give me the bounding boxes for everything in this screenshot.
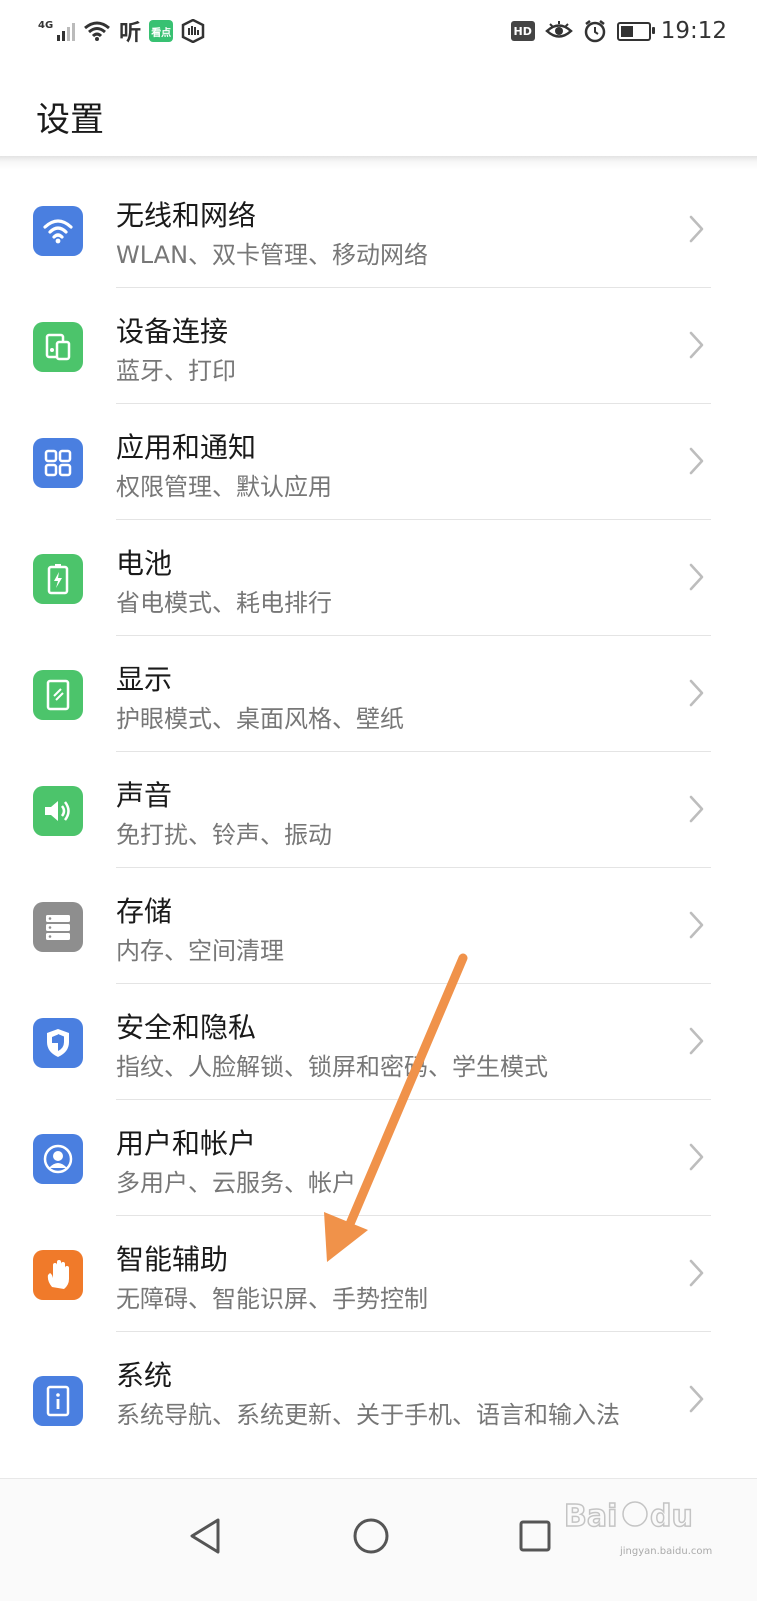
apps-grid-icon bbox=[33, 438, 83, 488]
settings-list: 无线和网络 WLAN、双卡管理、移动网络设备连接蓝牙、打印应用和通知权限管理、默认… bbox=[0, 172, 757, 1472]
settings-item-title: 显示 bbox=[116, 663, 173, 696]
chevron-right-icon bbox=[683, 1026, 709, 1056]
chevron-right-icon bbox=[683, 214, 709, 244]
settings-item-subtitle: 省电模式、耗电排行 bbox=[116, 589, 332, 617]
hand-icon bbox=[33, 1250, 83, 1300]
settings-item-title: 应用和通知 bbox=[116, 431, 257, 464]
chevron-right-icon bbox=[683, 330, 709, 360]
settings-item-subtitle: 蓝牙、打印 bbox=[116, 357, 236, 385]
home-icon bbox=[353, 1518, 389, 1554]
signal-icon bbox=[57, 21, 76, 41]
status-left: 4G 听 看点 bbox=[38, 16, 205, 46]
settings-item-title: 安全和隐私 bbox=[116, 1011, 257, 1044]
device-connect-icon bbox=[33, 322, 83, 372]
settings-item-subtitle: 指纹、人脸解锁、锁屏和密码、学生模式 bbox=[116, 1053, 548, 1081]
settings-item[interactable]: 显示护眼模式、桌面风格、壁纸 bbox=[0, 636, 757, 752]
settings-item[interactable]: 用户和帐户多用户、云服务、帐户 bbox=[0, 1100, 757, 1216]
settings-item-subtitle: 无障碍、智能识屏、手势控制 bbox=[116, 1285, 428, 1313]
back-button[interactable] bbox=[180, 1511, 230, 1561]
home-button[interactable] bbox=[346, 1511, 396, 1561]
chevron-right-icon bbox=[683, 1384, 709, 1414]
settings-item[interactable]: 存储 内存、空间清理 bbox=[0, 868, 757, 984]
recents-button[interactable] bbox=[510, 1511, 560, 1561]
page-title: 设置 bbox=[36, 100, 104, 140]
settings-item-subtitle: 内存、空间清理 bbox=[116, 937, 284, 965]
chevron-right-icon bbox=[683, 910, 709, 940]
settings-item[interactable]: 智能辅助无障碍、智能识屏、手势控制 bbox=[0, 1216, 757, 1332]
watermark-url: jingyan.baidu.com bbox=[620, 1546, 713, 1557]
settings-item-subtitle: 护眼模式、桌面风格、壁纸 bbox=[116, 705, 404, 733]
eye-icon bbox=[544, 21, 573, 38]
battery-status-icon bbox=[616, 21, 655, 41]
recents-icon bbox=[519, 1520, 551, 1552]
chevron-right-icon bbox=[683, 678, 709, 708]
chevron-right-icon bbox=[683, 1258, 709, 1288]
settings-item-title: 声音 bbox=[116, 779, 173, 812]
chevron-right-icon bbox=[683, 446, 709, 476]
storage-icon bbox=[33, 902, 83, 952]
sound-icon bbox=[33, 786, 83, 836]
settings-item-subtitle: WLAN、双卡管理、移动网络 bbox=[116, 241, 429, 269]
header-divider bbox=[0, 156, 757, 170]
chevron-right-icon bbox=[683, 562, 709, 592]
hand-status-icon bbox=[181, 19, 205, 43]
network-type: 4G bbox=[38, 19, 54, 31]
settings-item-title: 智能辅助 bbox=[116, 1243, 229, 1276]
svg-text:Bai: Bai bbox=[564, 1499, 617, 1534]
display-icon bbox=[33, 670, 83, 720]
back-icon bbox=[190, 1518, 220, 1554]
settings-item[interactable]: 应用和通知权限管理、默认应用 bbox=[0, 404, 757, 520]
kandian-icon: 看点 bbox=[149, 20, 174, 42]
settings-item-title: 电池 bbox=[116, 547, 173, 580]
alarm-icon bbox=[584, 20, 605, 43]
settings-item-subtitle: 系统导航、系统更新、关于手机、语言和输入法 bbox=[116, 1401, 620, 1429]
hd-badge: HD bbox=[510, 21, 535, 41]
listen-icon: 听 bbox=[119, 21, 142, 46]
settings-item-title: 用户和帐户 bbox=[116, 1127, 257, 1160]
settings-item[interactable]: 电池省电模式、耗电排行 bbox=[0, 520, 757, 636]
app-header: 设置 bbox=[0, 62, 757, 158]
settings-item-title: 设备连接 bbox=[116, 315, 229, 348]
settings-item[interactable]: 声音免打扰、铃声、振动 bbox=[0, 752, 757, 868]
status-right: HD 19:12 bbox=[510, 16, 727, 46]
status-bar: 4G 听 看点 HD 19:12 bbox=[0, 0, 757, 62]
settings-item-title: 存储 bbox=[116, 895, 173, 928]
battery-icon bbox=[33, 554, 83, 604]
clock: 19:12 bbox=[660, 18, 727, 44]
settings-item[interactable]: 设备连接 蓝牙、打印 bbox=[0, 288, 757, 404]
settings-item-title: 无线和网络 bbox=[116, 199, 257, 232]
svg-text:du: du bbox=[650, 1499, 693, 1534]
settings-item-subtitle: 多用户、云服务、帐户 bbox=[116, 1169, 356, 1197]
settings-item[interactable]: 无线和网络 WLAN、双卡管理、移动网络 bbox=[0, 172, 757, 288]
wifi-status-icon bbox=[84, 21, 111, 41]
settings-item-subtitle: 免打扰、铃声、振动 bbox=[116, 821, 332, 849]
chevron-right-icon bbox=[683, 1142, 709, 1172]
settings-item[interactable]: 系统系统导航、系统更新、关于手机、语言和输入法 bbox=[0, 1332, 757, 1472]
chevron-right-icon bbox=[683, 794, 709, 824]
system-info-icon bbox=[33, 1376, 83, 1426]
settings-item[interactable]: 安全和隐私指纹、人脸解锁、锁屏和密码、学生模式 bbox=[0, 984, 757, 1100]
shield-icon bbox=[33, 1018, 83, 1068]
wifi-icon bbox=[33, 206, 83, 256]
user-icon bbox=[33, 1134, 83, 1184]
settings-item-subtitle: 权限管理、默认应用 bbox=[116, 473, 332, 501]
settings-item-title: 系统 bbox=[116, 1359, 173, 1392]
